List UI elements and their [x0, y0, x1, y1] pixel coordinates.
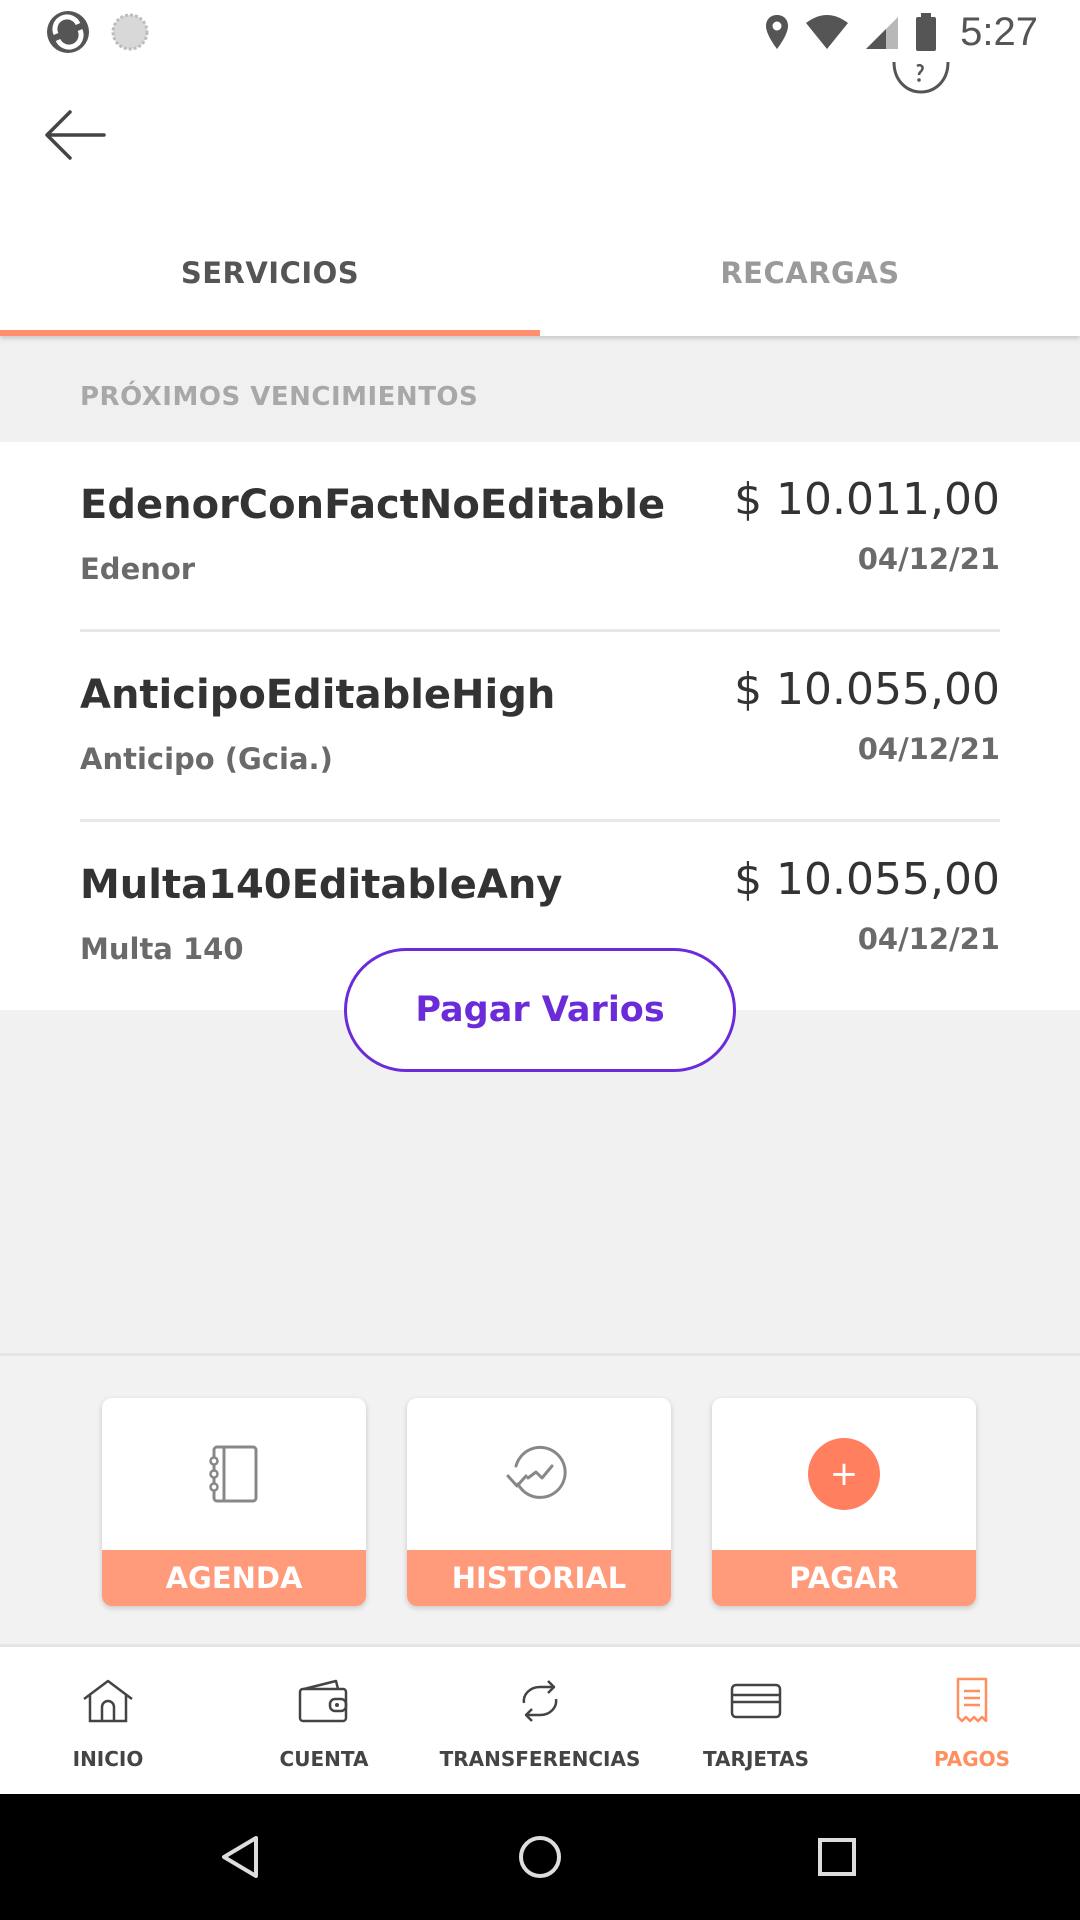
nav-label: INICIO: [72, 1747, 144, 1771]
tab-servicios[interactable]: SERVICIOS: [0, 210, 540, 336]
pagar-button[interactable]: + PAGAR: [712, 1398, 976, 1606]
historial-label: HISTORIAL: [407, 1550, 671, 1606]
nav-label: PAGOS: [933, 1747, 1011, 1771]
actions-bar: AGENDA HISTORIAL + PAGAR: [0, 1353, 1080, 1647]
history-icon: [506, 1445, 567, 1499]
wallet-icon: [298, 1679, 348, 1723]
item-amount: $ 10.055,00: [734, 664, 1000, 715]
agenda-button[interactable]: AGENDA: [102, 1398, 366, 1606]
agenda-icon: [209, 1445, 258, 1503]
tab-recargas[interactable]: RECARGAS: [540, 210, 1080, 336]
battery-icon: [916, 13, 937, 51]
tab-bar: SERVICIOS RECARGAS: [0, 210, 1080, 336]
item-title: Multa140EditableAny: [80, 862, 563, 908]
bottom-nav: INICIO CUENTA TRANSFERENCIAS TARJETAS PA…: [0, 1647, 1080, 1794]
status-bar: 5:27: [0, 0, 1080, 62]
item-subtitle: Anticipo (Gcia.): [80, 742, 333, 776]
nav-cuenta[interactable]: CUENTA: [216, 1647, 432, 1794]
list-item[interactable]: EdenorConFactNoEditable Edenor $ 10.011,…: [80, 442, 1000, 632]
nav-label: CUENTA: [279, 1747, 369, 1771]
app-header: [0, 62, 1080, 210]
agenda-label: AGENDA: [102, 1550, 366, 1606]
transfer-icon: [522, 1680, 558, 1722]
item-amount: $ 10.055,00: [734, 854, 1000, 905]
item-title: AnticipoEditableHigh: [80, 672, 556, 718]
system-nav-bar: [0, 1794, 1080, 1920]
nav-tarjetas[interactable]: TARJETAS: [648, 1647, 864, 1794]
card-icon: [730, 1683, 782, 1719]
nav-inicio[interactable]: INICIO: [0, 1647, 216, 1794]
receipt-icon: [956, 1677, 988, 1723]
plus-icon: +: [808, 1438, 880, 1510]
item-date: 04/12/21: [857, 732, 1000, 766]
nav-transferencias[interactable]: TRANSFERENCIAS: [432, 1647, 648, 1794]
tab-active-indicator: [0, 330, 540, 336]
due-payments-list: EdenorConFactNoEditable Edenor $ 10.011,…: [0, 442, 1080, 1010]
item-title: EdenorConFactNoEditable: [80, 482, 666, 528]
sync-notification-icon: [111, 13, 149, 51]
wifi-icon: [806, 15, 849, 49]
pagar-label: PAGAR: [712, 1550, 976, 1606]
list-item[interactable]: AnticipoEditableHigh Anticipo (Gcia.) $ …: [80, 632, 1000, 822]
nav-label: TARJETAS: [702, 1747, 810, 1771]
historial-button[interactable]: HISTORIAL: [407, 1398, 671, 1606]
nav-label: TRANSFERENCIAS: [439, 1747, 641, 1771]
signal-icon: [866, 17, 899, 49]
system-home-icon[interactable]: [507, 1824, 573, 1890]
item-date: 04/12/21: [857, 542, 1000, 576]
item-amount: $ 10.011,00: [734, 474, 1000, 525]
home-icon: [83, 1679, 133, 1723]
section-header: PRÓXIMOS VENCIMIENTOS: [0, 336, 1080, 442]
item-subtitle: Edenor: [80, 552, 196, 586]
pagar-varios-button[interactable]: Pagar Varios: [344, 948, 736, 1072]
status-time: 5:27: [960, 9, 1038, 54]
item-subtitle: Multa 140: [80, 932, 244, 966]
section-title: PRÓXIMOS VENCIMIENTOS: [80, 382, 479, 412]
location-icon: [766, 15, 789, 49]
nav-pagos[interactable]: PAGOS: [864, 1647, 1080, 1794]
system-back-icon[interactable]: [208, 1824, 274, 1890]
system-recents-icon[interactable]: [804, 1824, 870, 1890]
help-chat-icon[interactable]: [886, 62, 956, 96]
back-arrow-icon[interactable]: [38, 98, 112, 172]
item-date: 04/12/21: [857, 922, 1000, 956]
app-notification-icon: [47, 11, 89, 53]
